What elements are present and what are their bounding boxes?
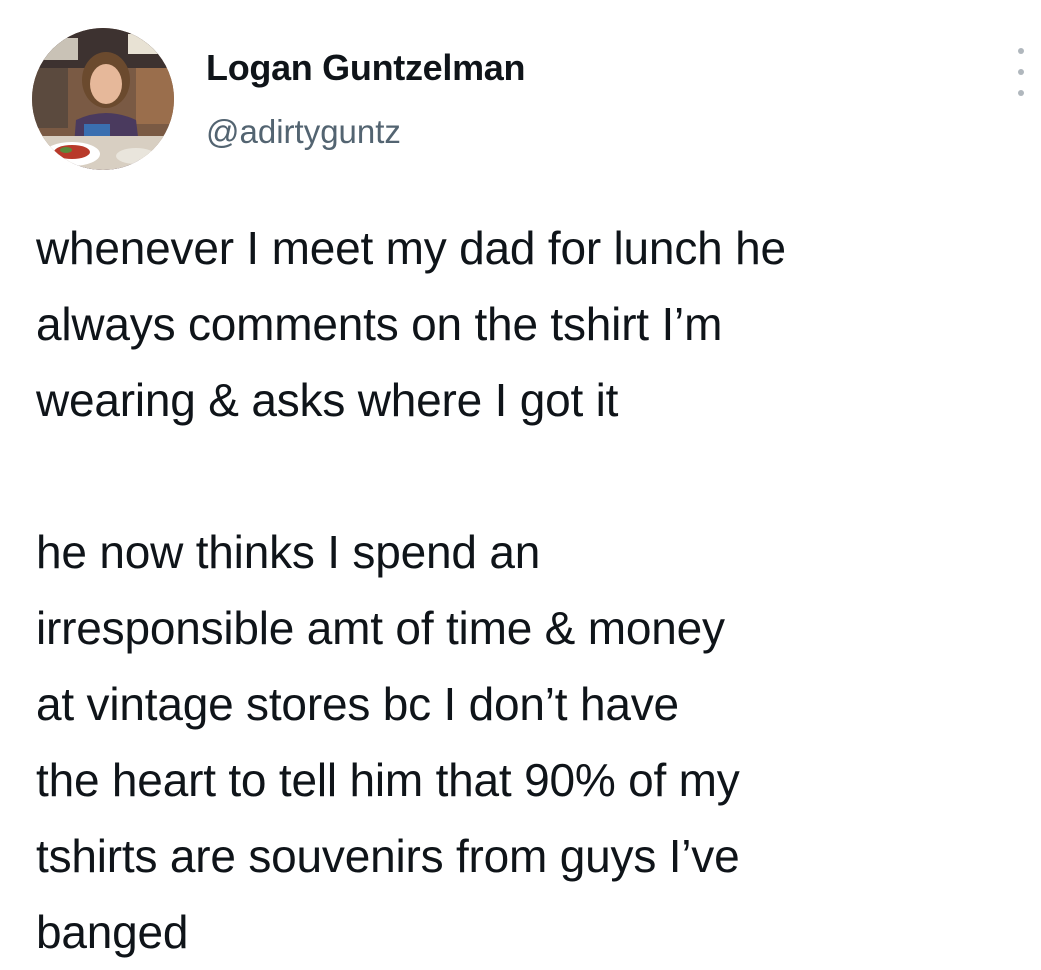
tweet-text: whenever I meet my dad for lunch he alwa…	[36, 210, 1026, 970]
tweet-card: Logan Guntzelman @adirtyguntz whenever I…	[0, 0, 1041, 965]
dot	[1018, 69, 1024, 75]
vertical-ellipsis-icon[interactable]	[1010, 48, 1032, 96]
profile-photo-icon	[32, 28, 174, 170]
dot	[1018, 90, 1024, 96]
tweet-paragraph: whenever I meet my dad for lunch he alwa…	[36, 222, 786, 426]
dot	[1018, 48, 1024, 54]
author-handle[interactable]: @adirtyguntz	[206, 110, 401, 154]
author-display-name[interactable]: Logan Guntzelman	[206, 44, 526, 92]
author-avatar[interactable]	[32, 28, 174, 170]
tweet-paragraph: he now thinks I spend an irresponsible a…	[36, 526, 740, 958]
